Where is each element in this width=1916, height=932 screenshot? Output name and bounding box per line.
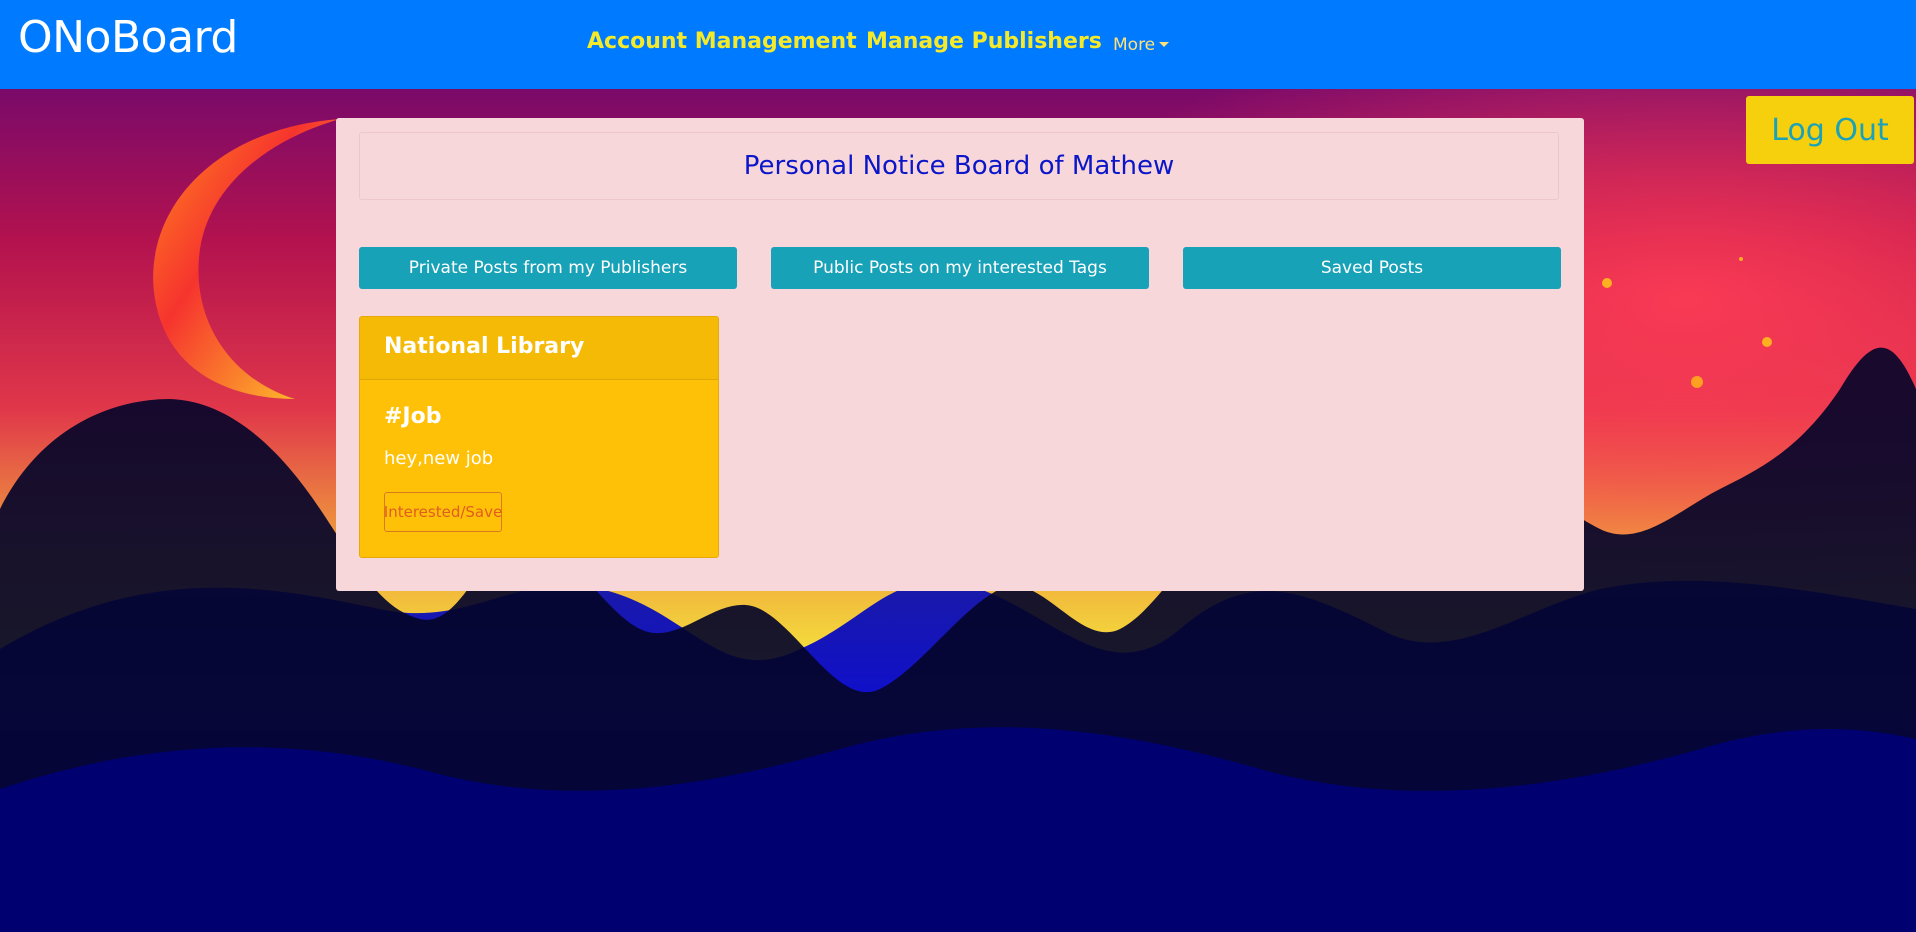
- nav-account-management[interactable]: Account Management: [587, 28, 857, 56]
- tab-private-posts[interactable]: Private Posts from my Publishers: [359, 247, 737, 289]
- post-publisher: National Library: [384, 334, 585, 359]
- post-text: hey,new job: [384, 448, 494, 469]
- post-card-header: National Library: [360, 317, 718, 380]
- brand-logo[interactable]: ONoBoard: [18, 12, 238, 64]
- top-navbar: ONoBoard Account Management Manage Publi…: [0, 0, 1916, 89]
- post-card: National Library #Job hey,new job Intere…: [359, 316, 719, 558]
- logout-button[interactable]: Log Out: [1746, 96, 1914, 164]
- caret-down-icon: [1159, 42, 1170, 47]
- interested-save-button[interactable]: Interested/Save: [384, 492, 502, 532]
- nav-more-dropdown[interactable]: More: [1113, 31, 1170, 59]
- page-title: Personal Notice Board of Mathew: [743, 151, 1175, 181]
- tab-saved-posts[interactable]: Saved Posts: [1183, 247, 1561, 289]
- nav-manage-publishers[interactable]: Manage Publishers: [866, 28, 1102, 56]
- post-tag: #Job: [384, 404, 442, 429]
- nav-more-label: More: [1113, 35, 1156, 55]
- board-title-box: Personal Notice Board of Mathew: [359, 132, 1559, 200]
- tab-public-posts[interactable]: Public Posts on my interested Tags: [771, 247, 1149, 289]
- notice-board-panel: Personal Notice Board of Mathew Private …: [336, 118, 1584, 591]
